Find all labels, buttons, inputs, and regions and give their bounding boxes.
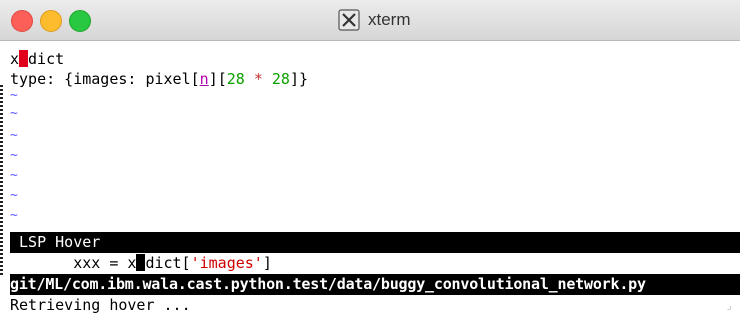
empty-line-marker: ~ (10, 106, 18, 121)
lsp-hover-header: LSP Hover (10, 232, 740, 253)
editor-line-2: type: {images: pixel[n][28 * 28]} (10, 70, 309, 88)
cursor (19, 50, 29, 67)
title-bar[interactable]: xterm (0, 0, 740, 41)
hover-code-line: xxx = x dict['images'] (10, 254, 272, 272)
resize-grip-icon[interactable]: ⌟ (726, 301, 736, 312)
window-title: xterm (368, 10, 411, 29)
empty-line-marker: ~ (10, 128, 18, 143)
window-title-group: xterm (338, 8, 411, 32)
close-button[interactable] (11, 10, 33, 32)
editor-line-1: x dict (10, 50, 65, 68)
terminal-area[interactable]: x dict type: {images: pixel[n][28 * 28]} … (0, 41, 740, 315)
status-line: Retrieving hover ... (10, 296, 191, 314)
maximize-button[interactable] (69, 10, 91, 32)
empty-line-marker: ~ (10, 148, 18, 163)
file-path-bar: git/ML/com.ibm.wala.cast.python.test/dat… (10, 274, 740, 295)
empty-line-marker: ~ (10, 208, 18, 223)
x-window-icon (338, 9, 360, 31)
empty-line-marker: ~ (10, 168, 18, 183)
empty-line-marker: ~ (10, 88, 18, 103)
left-margin-dots (0, 85, 3, 277)
minimize-button[interactable] (40, 10, 62, 32)
xterm-window: xterm x dict type: {images: pixel[n][28 *… (0, 0, 740, 315)
type-parameter: n (199, 70, 209, 88)
empty-line-marker: ~ (10, 188, 18, 203)
